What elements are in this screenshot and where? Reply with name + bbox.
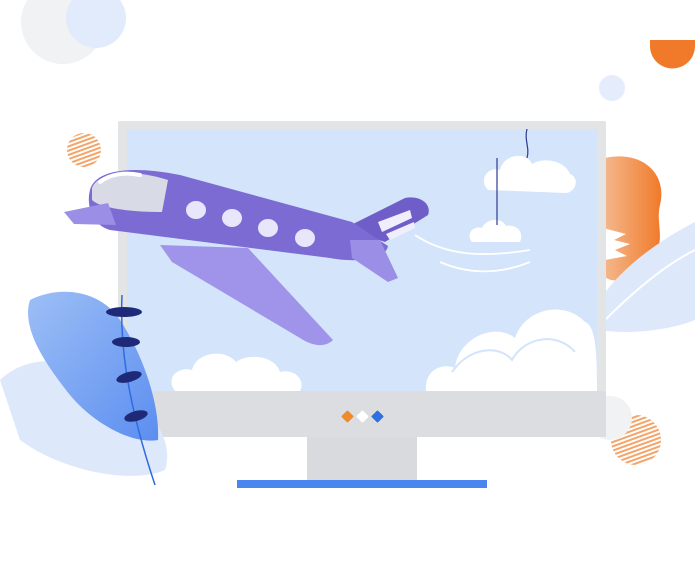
orange-half-circle — [650, 40, 695, 69]
monitor-stand-base — [237, 480, 487, 488]
illustration-scene — [0, 0, 695, 578]
striped-circle-top — [67, 133, 101, 167]
plane-window-1 — [186, 201, 206, 219]
leaf-node-2 — [112, 337, 140, 347]
pagination-dot-3[interactable] — [370, 409, 384, 423]
carousel-pagination — [334, 406, 390, 426]
pagination-dot-1[interactable] — [340, 409, 354, 423]
pagination-dot-2[interactable] — [355, 409, 369, 423]
plane-window-4 — [295, 229, 315, 247]
plane-window-2 — [222, 209, 242, 227]
plane-window-3 — [258, 219, 278, 237]
blue-dot — [599, 75, 625, 101]
leaf-node-1 — [106, 307, 142, 317]
right-foliage — [600, 156, 695, 332]
monitor-neck — [307, 437, 417, 480]
